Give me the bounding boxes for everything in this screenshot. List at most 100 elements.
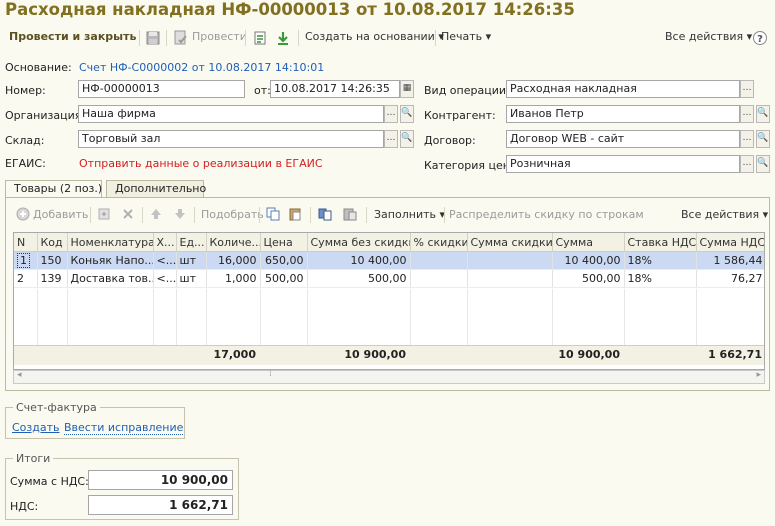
table-empty-area[interactable] xyxy=(14,289,764,345)
table-row[interactable]: 2 139 Доставка тов... <... шт 1,000 500,… xyxy=(14,269,764,288)
calendar-icon[interactable]: ▦ xyxy=(400,80,414,98)
column-header[interactable]: Номенклатура xyxy=(67,233,154,252)
table-cell[interactable] xyxy=(410,251,468,270)
open-icon[interactable]: 🔍 xyxy=(756,105,770,123)
table-cell[interactable] xyxy=(467,251,553,270)
column-header[interactable]: Х... xyxy=(153,233,177,252)
goods-table[interactable]: N Код Номенклатура Х... Ед... Количе... … xyxy=(13,232,765,370)
date-field[interactable]: 10.08.2017 14:26:35 xyxy=(270,80,400,98)
column-header[interactable]: Ед... xyxy=(176,233,207,252)
operation-type-label: Вид операции: xyxy=(424,84,510,97)
print-button[interactable]: Печать ▾ xyxy=(441,30,491,43)
select-icon[interactable]: … xyxy=(740,105,754,123)
basis-link[interactable]: Счет НФ-С0000002 от 10.08.2017 14:10:01 xyxy=(79,61,324,74)
contract-field[interactable]: Договор WEB - сайт xyxy=(506,130,740,148)
all-actions-button[interactable]: Все действия ▾ xyxy=(665,30,752,43)
fill-button[interactable]: Заполнить ▾ xyxy=(374,208,445,221)
scroll-grip-icon[interactable]: ⁞ xyxy=(269,369,272,379)
number-field[interactable]: НФ-00000013 xyxy=(78,80,245,98)
post-and-close-button[interactable]: Провести и закрыть xyxy=(9,30,136,43)
column-header[interactable]: Ставка НДС xyxy=(624,233,697,252)
table-cell[interactable]: <... xyxy=(153,269,177,288)
table-cell[interactable]: <... xyxy=(153,251,177,270)
column-header[interactable]: Сумма xyxy=(552,233,625,252)
organization-field[interactable]: Наша фирма xyxy=(78,105,384,123)
select-icon[interactable]: … xyxy=(740,130,754,148)
copy-row-icon[interactable] xyxy=(96,206,112,222)
table-cell[interactable] xyxy=(410,269,468,288)
table-cell[interactable]: 76,27 xyxy=(696,269,764,288)
column-header[interactable]: % скидки xyxy=(410,233,468,252)
select-icon[interactable]: … xyxy=(740,80,754,98)
table-cell[interactable]: 1 586,44 xyxy=(696,251,764,270)
distribute-discount-button[interactable]: Распределить скидку по строкам xyxy=(449,208,644,221)
total-sum-no-discount: 10 900,00 xyxy=(344,348,406,361)
total-sum: 10 900,00 xyxy=(558,348,620,361)
table-cell[interactable]: 500,00 xyxy=(552,269,625,288)
scroll-left-icon[interactable]: ◂ xyxy=(17,370,22,380)
create-invoice-link[interactable]: Создать xyxy=(12,421,60,434)
column-header[interactable]: Код xyxy=(37,233,68,252)
open-icon[interactable]: 🔍 xyxy=(400,130,414,148)
table-cell[interactable] xyxy=(467,269,553,288)
download-arrow-icon[interactable] xyxy=(275,30,291,46)
table-cell[interactable]: 150 xyxy=(37,251,68,270)
select-icon[interactable]: … xyxy=(740,155,754,173)
organization-label: Организация: xyxy=(5,109,86,122)
table-cell[interactable]: 18% xyxy=(624,251,697,270)
price-category-field[interactable]: Розничная xyxy=(506,155,740,173)
open-icon[interactable]: 🔍 xyxy=(756,130,770,148)
column-header[interactable]: N xyxy=(14,233,38,252)
table-cell[interactable]: шт xyxy=(176,251,207,270)
table-cell[interactable]: 10 400,00 xyxy=(307,251,411,270)
table-cell[interactable]: 139 xyxy=(37,269,68,288)
column-header[interactable]: Сумма без скидки xyxy=(307,233,411,252)
document-movements-icon[interactable] xyxy=(252,30,268,46)
table-cell[interactable]: 16,000 xyxy=(206,251,261,270)
horizontal-scrollbar[interactable]: ◂ ⁞ ▸ xyxy=(13,369,765,384)
table-cell[interactable]: 18% xyxy=(624,269,697,288)
table-cell[interactable]: шт xyxy=(176,269,207,288)
warehouse-field[interactable]: Торговый зал xyxy=(78,130,384,148)
column-header[interactable]: Количе... xyxy=(206,233,261,252)
select-icon[interactable]: … xyxy=(384,105,398,123)
basis-label: Основание: xyxy=(5,61,72,74)
table-cell[interactable]: Коньяк Напо... xyxy=(67,251,154,270)
table-cell[interactable]: 1,000 xyxy=(206,269,261,288)
paste-icon[interactable] xyxy=(287,206,303,222)
column-header[interactable]: Сумма скидки xyxy=(467,233,553,252)
delete-icon[interactable] xyxy=(120,206,136,222)
group-paste-icon[interactable] xyxy=(342,206,358,222)
counterparty-field[interactable]: Иванов Петр xyxy=(506,105,740,123)
table-cell[interactable]: 10 400,00 xyxy=(552,251,625,270)
operation-type-field[interactable]: Расходная накладная xyxy=(506,80,740,98)
open-icon[interactable]: 🔍 xyxy=(400,105,414,123)
copy-icon[interactable] xyxy=(265,206,281,222)
scroll-right-icon[interactable]: ▸ xyxy=(756,370,761,380)
number-label: Номер: xyxy=(5,84,46,97)
tab-additional[interactable]: Дополнительно xyxy=(106,180,206,198)
group-copy-icon[interactable] xyxy=(317,206,333,222)
enter-correction-link[interactable]: Ввести исправление xyxy=(64,421,184,435)
save-icon[interactable] xyxy=(145,30,161,46)
move-down-icon[interactable] xyxy=(172,206,188,222)
table-toolbar: Добавить Подобрать Заполнить ▾ Распредел… xyxy=(6,198,769,228)
column-header[interactable]: Сумма НДС xyxy=(696,233,764,252)
egais-link[interactable]: Отправить данные о реализации в ЕГАИС xyxy=(79,157,323,170)
total-quantity: 17,000 xyxy=(213,348,256,361)
column-header[interactable]: Цена xyxy=(260,233,308,252)
table-cell[interactable]: 500,00 xyxy=(307,269,411,288)
help-icon[interactable]: ? xyxy=(752,30,768,46)
table-row[interactable]: 1 150 Коньяк Напо... <... шт 16,000 650,… xyxy=(14,251,764,270)
create-based-on-button[interactable]: Создать на основании ▾ xyxy=(305,30,444,43)
open-icon[interactable]: 🔍 xyxy=(756,155,770,173)
vat-value: 1 662,71 xyxy=(88,495,233,515)
select-icon[interactable]: … xyxy=(384,130,398,148)
table-cell[interactable]: 500,00 xyxy=(260,269,308,288)
pick-button[interactable]: Подобрать xyxy=(201,208,264,221)
move-up-icon[interactable] xyxy=(148,206,164,222)
table-all-actions-button[interactable]: Все действия ▾ xyxy=(681,208,768,221)
table-header: N Код Номенклатура Х... Ед... Количе... … xyxy=(14,233,764,252)
table-cell[interactable]: Доставка тов... xyxy=(67,269,154,288)
table-cell[interactable]: 650,00 xyxy=(260,251,308,270)
